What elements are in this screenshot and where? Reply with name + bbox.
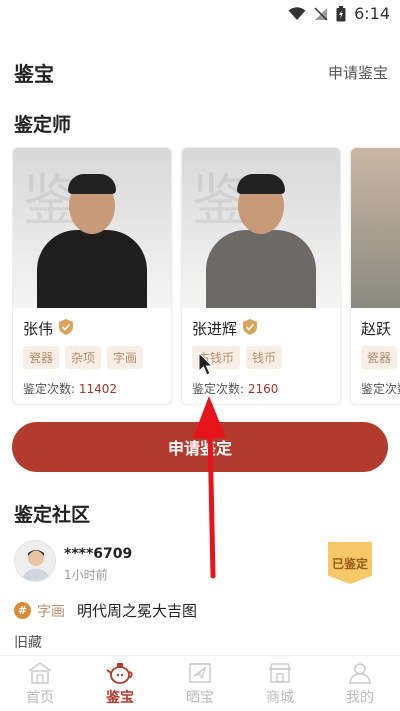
teapot-icon [106,661,134,685]
status-time: 6:14 [354,4,390,23]
expert-card[interactable]: 鉴 张伟 瓷器 杂项 字画 鉴定次数: 11402 [12,147,172,405]
count-label: 鉴定次数: [192,382,245,396]
mouse-cursor-icon [198,352,214,376]
status-icons: 6:14 [288,4,390,23]
count-label: 鉴定次数 [361,382,400,396]
tab-label: 我的 [346,689,374,706]
count-value: 11402 [78,382,118,396]
share-icon [187,661,213,685]
post-title[interactable]: 明代周之冕大吉图 [77,600,197,621]
shop-icon [267,661,293,685]
appraisal-count: 鉴定次数 [361,380,400,397]
expert-card[interactable]: 赵跃 瓷器 鉴定次数 [350,147,400,405]
expert-tag: 字画 [107,346,144,369]
expert-name: 张伟 [23,320,54,338]
expert-photo [351,148,400,308]
home-icon [27,661,53,685]
post-time: 1小时前 [64,568,108,582]
expert-name: 赵跃 [361,320,392,338]
battery-icon [336,5,346,22]
community-section-title: 鉴定社区 [14,504,91,526]
wifi-icon [288,6,306,21]
expert-tag: 瓷器 [23,346,60,369]
tab-label: 首页 [26,689,54,706]
post-subtitle: 旧藏 [14,635,42,651]
tab-appraisal[interactable]: 鉴宝 [80,656,160,711]
profile-icon [347,661,373,685]
post-username: ****6709 [64,546,133,562]
post-category[interactable]: 字画 [37,601,65,621]
verified-shield-icon [59,318,74,339]
expert-tag: 瓷器 [361,346,398,369]
appraisal-count: 鉴定次数: 2160 [192,380,278,397]
experts-section-title: 鉴定师 [14,114,72,136]
apply-appraisal-link[interactable]: 申请鉴宝 [328,62,388,83]
apply-appraisal-button[interactable]: 申请鉴定 [12,422,388,472]
tab-label: 晒宝 [186,689,214,706]
header: 鉴宝 申请鉴宝 [14,55,388,89]
expert-tag: 杂项 [65,346,102,369]
avatar[interactable] [14,540,56,582]
tab-show[interactable]: 晒宝 [160,656,240,711]
tab-profile[interactable]: 我的 [320,656,400,711]
count-value: 2160 [247,382,279,396]
bottom-tab-bar: 首页 鉴宝 晒宝 商城 我的 [0,655,400,711]
tab-label: 鉴宝 [106,689,134,706]
tab-label: 商城 [266,689,294,706]
expert-photo: 鉴 [182,148,340,308]
expert-tag: 钱币 [246,346,283,369]
appraised-badge: 已鉴定 [328,542,372,584]
community-post[interactable]: ****6709 1小时前 已鉴定 # 字画 明代周之冕大吉图 旧藏 [14,540,386,651]
appraisal-count: 鉴定次数: 11402 [23,380,117,397]
expert-name: 张进辉 [192,320,238,338]
expert-photo: 鉴 [13,148,171,308]
no-signal-icon [314,6,328,21]
hash-icon: # [14,602,31,619]
tab-shop[interactable]: 商城 [240,656,320,711]
page-title: 鉴宝 [14,61,54,86]
verified-shield-icon [243,318,258,339]
tab-home[interactable]: 首页 [0,656,80,711]
count-label: 鉴定次数: [23,382,76,396]
status-bar: 6:14 [0,0,400,30]
